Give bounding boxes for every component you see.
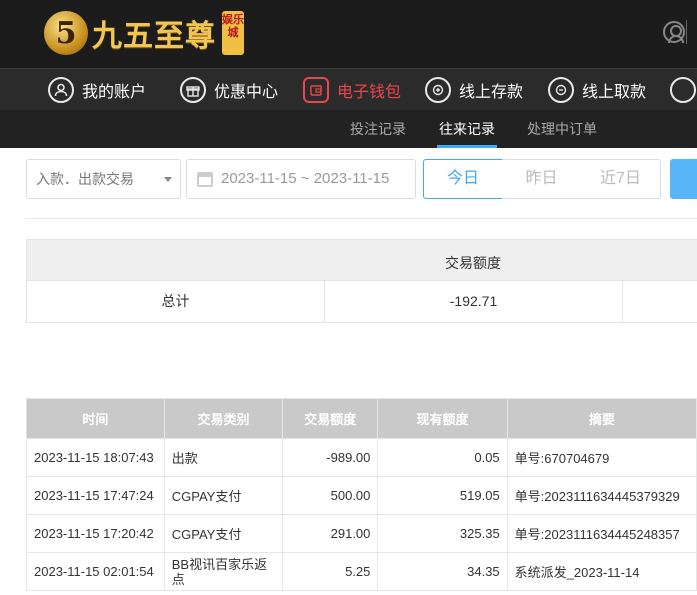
yesterday-button[interactable]: 昨日 bbox=[502, 159, 582, 199]
nav-more[interactable] bbox=[670, 69, 697, 111]
search-button[interactable] bbox=[670, 159, 697, 199]
nav-label: 电子钱包 bbox=[337, 84, 402, 101]
transaction-type-select[interactable]: 入款．出款交易 bbox=[26, 159, 181, 199]
nav-label: 线上存款 bbox=[459, 84, 524, 101]
gift-icon bbox=[180, 77, 206, 103]
tab-pending-orders[interactable]: 处理中订单 bbox=[527, 110, 597, 148]
header-divider bbox=[686, 20, 697, 44]
table-row: 2023-11-15 18:07:43 出款 -989.00 0.05 单号:6… bbox=[26, 438, 697, 477]
nav-withdraw[interactable]: 线上取款 bbox=[548, 69, 646, 111]
cell-balance: 34.35 bbox=[377, 552, 508, 591]
divider bbox=[26, 218, 697, 219]
chevron-down-icon bbox=[164, 177, 172, 182]
date-range-input[interactable]: 2023-11-15 ~ 2023-11-15 bbox=[186, 159, 416, 199]
cell-summary: 系统派发_2023-11-14 bbox=[506, 552, 697, 591]
cell-amount: 291.00 bbox=[282, 514, 379, 553]
logo-mark: 5 bbox=[44, 11, 88, 55]
records-table: 时间 交易类别 交易额度 现有额度 摘要 2023-11-15 18:07:43… bbox=[26, 398, 697, 591]
nav-e-wallet[interactable]: 电子钱包 bbox=[303, 69, 401, 111]
summary-table: 交易额度 总计 -192.71 bbox=[26, 239, 697, 323]
cell-time: 2023-11-15 17:20:42 bbox=[26, 514, 165, 553]
logo[interactable]: 5 九五至尊 娱乐城 bbox=[44, 6, 244, 60]
wallet-icon bbox=[303, 77, 329, 103]
cell-type: CGPAY支付 bbox=[163, 514, 284, 553]
date-range-value: 2023-11-15 ~ 2023-11-15 bbox=[221, 170, 390, 187]
last-7-days-button[interactable]: 近7日 bbox=[581, 159, 661, 199]
cell-balance: 325.35 bbox=[377, 514, 508, 553]
cell-type: CGPAY支付 bbox=[163, 476, 284, 515]
nav-label: 优惠中心 bbox=[214, 84, 279, 101]
cell-type: 出款 bbox=[163, 438, 284, 477]
user-icon bbox=[48, 77, 74, 103]
cell-amount: -989.00 bbox=[282, 438, 379, 477]
nav-my-account[interactable]: 我的账户 bbox=[48, 69, 146, 111]
column-header: 摘要 bbox=[506, 398, 697, 439]
cell-amount: 5.25 bbox=[282, 552, 379, 591]
tab-bet-records[interactable]: 投注记录 bbox=[350, 110, 406, 148]
cell-amount: 500.00 bbox=[282, 476, 379, 515]
table-row: 2023-11-15 17:20:42 CGPAY支付 291.00 325.3… bbox=[26, 514, 697, 553]
cell-time: 2023-11-15 02:01:54 bbox=[26, 552, 165, 591]
transaction-type-value: 入款．出款交易 bbox=[36, 171, 134, 187]
cell-balance: 519.05 bbox=[377, 476, 508, 515]
table-row: 2023-11-15 02:01:54 BB视讯百家乐返点 5.25 34.35… bbox=[26, 552, 697, 591]
cell-summary: 单号:2023111634445379329 bbox=[506, 476, 697, 515]
column-header: 交易额度 bbox=[282, 398, 379, 439]
tab-transaction-records[interactable]: 往来记录 bbox=[437, 110, 497, 148]
column-header: 交易类别 bbox=[163, 398, 284, 439]
brand-name: 九五至尊 bbox=[92, 19, 216, 54]
deposit-icon bbox=[425, 77, 451, 103]
cell-time: 2023-11-15 18:07:43 bbox=[26, 438, 165, 477]
summary-row: 总计 -192.71 bbox=[26, 281, 697, 323]
summary-header: 交易额度 bbox=[26, 239, 697, 281]
nav-label: 线上取款 bbox=[582, 84, 647, 101]
nav-promotions[interactable]: 优惠中心 bbox=[180, 69, 278, 111]
sub-nav: 投注记录 往来记录 处理中订单 bbox=[0, 110, 697, 148]
top-header: 5 九五至尊 娱乐城 bbox=[0, 0, 697, 68]
records-icon bbox=[670, 77, 696, 103]
nav-label: 我的账户 bbox=[82, 84, 147, 101]
nav-deposit[interactable]: 线上存款 bbox=[425, 69, 523, 111]
calendar-icon bbox=[197, 172, 213, 187]
cell-time: 2023-11-15 17:47:24 bbox=[26, 476, 165, 515]
today-button[interactable]: 今日 bbox=[423, 159, 503, 199]
summary-header-label: 交易额度 bbox=[445, 255, 501, 271]
cell-summary: 单号:2023111634445248357 bbox=[506, 514, 697, 553]
main-nav: 我的账户 优惠中心 电子钱包 线上存款 线上取款 bbox=[0, 68, 697, 110]
table-header-row: 时间 交易类别 交易额度 现有额度 摘要 bbox=[26, 398, 697, 439]
summary-row-label: 总计 bbox=[27, 281, 325, 322]
brand-badge: 娱乐城 bbox=[222, 11, 244, 55]
column-header: 现有额度 bbox=[377, 398, 508, 439]
table-row: 2023-11-15 17:47:24 CGPAY支付 500.00 519.0… bbox=[26, 476, 697, 515]
cell-balance: 0.05 bbox=[377, 438, 508, 477]
summary-row-value: -192.71 bbox=[325, 281, 623, 322]
account-icon[interactable] bbox=[663, 21, 685, 43]
withdraw-icon bbox=[548, 77, 574, 103]
cell-type: BB视讯百家乐返点 bbox=[163, 552, 284, 591]
column-header: 时间 bbox=[26, 398, 165, 439]
cell-summary: 单号:670704679 bbox=[506, 438, 697, 477]
